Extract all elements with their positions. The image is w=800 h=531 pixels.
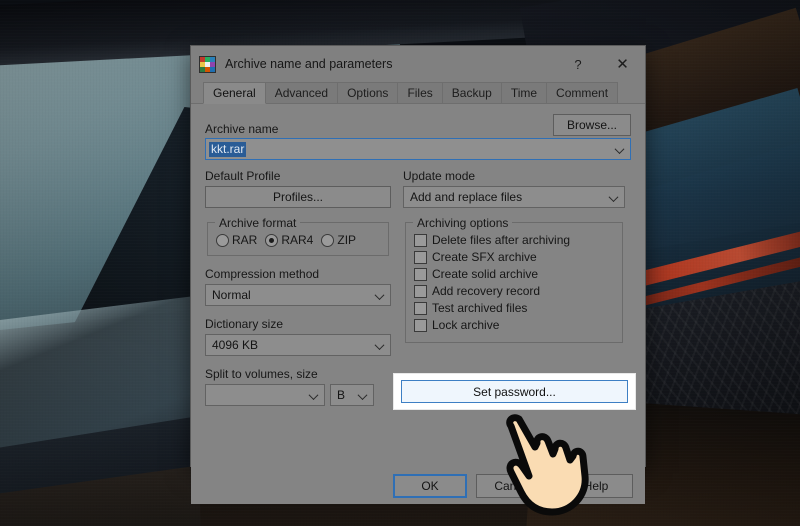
compression-method-group: Compression method Normal — [205, 267, 391, 306]
default-profile-label: Default Profile — [205, 169, 281, 183]
checkbox-label: Lock archive — [432, 318, 500, 332]
checkbox-test-archived-files[interactable]: Test archived files — [414, 301, 614, 315]
dialog-footer: OK Cancel Help — [191, 467, 645, 504]
dictionary-size-label: Dictionary size — [205, 317, 284, 331]
archive-name-input[interactable]: kkt.rar — [205, 138, 631, 160]
radio-selected-icon — [265, 233, 279, 247]
chevron-down-icon — [359, 393, 367, 398]
tab-bar: General Advanced Options Files Backup Ti… — [191, 82, 645, 104]
split-to-volumes-label: Split to volumes, size — [205, 367, 318, 381]
checkbox-label: Create solid archive — [432, 267, 539, 281]
set-password-highlight-box: Set password... — [393, 373, 636, 410]
radio-format-zip-label: ZIP — [337, 233, 357, 247]
checkbox-label: Add recovery record — [432, 284, 541, 298]
archiving-options-label: Archiving options — [413, 216, 513, 230]
chevron-down-icon — [610, 195, 618, 200]
winrar-books-icon — [199, 55, 216, 73]
tab-advanced[interactable]: Advanced — [264, 82, 339, 103]
archiving-options-list: Delete files after archiving Create SFX … — [414, 233, 614, 332]
split-unit-value: B — [337, 388, 346, 402]
chevron-down-icon — [310, 393, 318, 398]
compression-method-combo[interactable]: Normal — [205, 284, 391, 306]
set-password-button[interactable]: Set password... — [401, 380, 628, 403]
update-mode-group: Update mode Add and replace files — [403, 169, 625, 208]
close-icon[interactable]: ✕ — [600, 47, 645, 82]
checkbox-create-solid-archive[interactable]: Create solid archive — [414, 267, 614, 281]
archive-name-value: kkt.rar — [209, 141, 247, 157]
left-settings-column: Archive format RAR RAR4 ZIP Compression … — [205, 212, 391, 406]
checkbox-icon — [414, 233, 427, 247]
checkbox-icon — [414, 250, 427, 264]
update-mode-combo[interactable]: Add and replace files — [403, 186, 625, 208]
checkbox-icon — [414, 267, 427, 281]
dictionary-size-value: 4096 KB — [212, 338, 259, 352]
help-button[interactable]: Help — [559, 473, 633, 498]
chevron-down-icon — [376, 293, 384, 298]
help-question-icon[interactable]: ? — [556, 47, 600, 82]
radio-format-rar4-label: RAR4 — [281, 233, 314, 247]
radio-format-rar-label: RAR — [232, 233, 258, 247]
split-controls-row: B — [205, 384, 391, 406]
tab-files[interactable]: Files — [397, 82, 443, 103]
archive-format-label: Archive format — [215, 216, 301, 230]
archive-name-label: Archive name — [205, 122, 279, 136]
checkbox-add-recovery-record[interactable]: Add recovery record — [414, 284, 614, 298]
dictionary-size-group: Dictionary size 4096 KB — [205, 317, 391, 356]
checkbox-create-sfx-archive[interactable]: Create SFX archive — [414, 250, 614, 264]
checkbox-label: Test archived files — [432, 301, 528, 315]
archive-format-group: Archive format RAR RAR4 ZIP — [207, 216, 389, 256]
archive-format-radios: RAR RAR4 ZIP — [216, 233, 380, 247]
tab-time[interactable]: Time — [500, 82, 548, 103]
split-to-volumes-group: Split to volumes, size B — [205, 367, 391, 406]
checkbox-lock-archive[interactable]: Lock archive — [414, 318, 614, 332]
cancel-button[interactable]: Cancel — [476, 473, 550, 498]
archive-name-header-row: Archive name Browse... — [205, 114, 631, 136]
split-unit-combo[interactable]: B — [330, 384, 374, 406]
tab-options[interactable]: Options — [337, 82, 399, 103]
radio-icon — [321, 233, 335, 247]
checkbox-icon — [414, 301, 427, 315]
checkbox-label: Create SFX archive — [432, 250, 537, 264]
general-tab-panel: Archive name Browse... kkt.rar Default P… — [191, 104, 645, 467]
chevron-down-icon — [616, 147, 624, 152]
checkbox-delete-files-after-archiving[interactable]: Delete files after archiving — [414, 233, 614, 247]
tab-general[interactable]: General — [203, 82, 266, 104]
radio-format-rar4[interactable]: RAR4 — [265, 233, 319, 247]
update-mode-label: Update mode — [403, 169, 476, 183]
radio-icon — [216, 233, 229, 247]
compression-method-label: Compression method — [205, 267, 320, 281]
dialog-title: Archive name and parameters — [225, 57, 393, 71]
dictionary-size-combo[interactable]: 4096 KB — [205, 334, 391, 356]
update-mode-value: Add and replace files — [410, 190, 523, 204]
split-size-combo[interactable] — [205, 384, 325, 406]
checkbox-icon — [414, 318, 427, 332]
checkbox-label: Delete files after archiving — [432, 233, 571, 247]
checkbox-icon — [414, 284, 427, 298]
radio-format-rar[interactable]: RAR — [216, 233, 263, 247]
profile-and-update-row: Default Profile Profiles... Update mode … — [205, 169, 631, 208]
profiles-button[interactable]: Profiles... — [205, 186, 391, 208]
browse-button[interactable]: Browse... — [553, 114, 631, 136]
archiving-options-group: Archiving options Delete files after arc… — [405, 216, 623, 343]
ok-button[interactable]: OK — [393, 473, 467, 498]
tab-comment[interactable]: Comment — [546, 82, 619, 103]
dialog-titlebar[interactable]: Archive name and parameters ? ✕ — [191, 46, 645, 82]
chevron-down-icon — [376, 343, 384, 348]
default-profile-group: Default Profile Profiles... — [205, 169, 391, 208]
compression-method-value: Normal — [212, 288, 251, 302]
radio-format-zip[interactable]: ZIP — [321, 233, 362, 247]
tab-backup[interactable]: Backup — [441, 82, 502, 103]
